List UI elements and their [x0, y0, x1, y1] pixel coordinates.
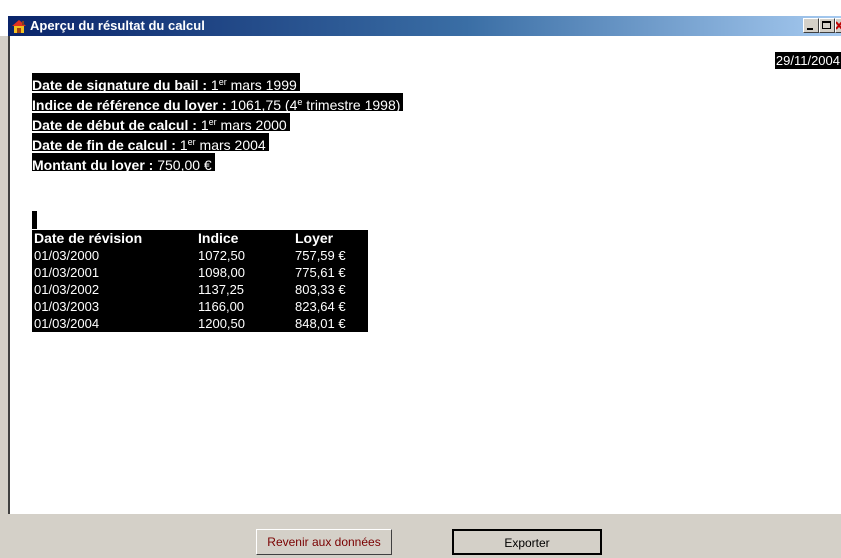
close-button[interactable] — [835, 18, 841, 33]
button-bar: Revenir aux données Exporter — [0, 514, 841, 558]
cell-index: 1200,50 — [198, 316, 245, 331]
table-row: 01/03/2000 1072,50 757,59 € — [32, 247, 368, 264]
cell-date: 01/03/2002 — [34, 282, 100, 297]
signature-date-line: Date de signature du bail : 1er mars 199… — [32, 73, 300, 93]
cell-date: 01/03/2000 — [34, 248, 100, 263]
table-row: 01/03/2001 1098,00 775,61 € — [32, 264, 368, 281]
table-row: 01/03/2004 1200,50 848,01 € — [32, 315, 368, 332]
window-title: Aperçu du résultat du calcul — [30, 18, 205, 33]
cell-rent: 775,61 € — [295, 265, 346, 280]
report-summary: Date de signature du bail : 1er mars 199… — [32, 73, 404, 173]
cell-rent: 848,01 € — [295, 316, 346, 331]
column-header-date: Date de révision — [34, 230, 143, 246]
table-row: 01/03/2003 1166,00 823,64 € — [32, 298, 368, 315]
separator-bar — [32, 211, 37, 229]
close-icon — [835, 21, 841, 30]
return-to-data-button[interactable]: Revenir aux données — [256, 529, 392, 555]
table-header-row: Date de révision Indice Loyer — [32, 230, 368, 247]
reference-index-line: Indice de référence du loyer : 1061,75 (… — [32, 93, 404, 113]
cell-rent: 803,33 € — [295, 282, 346, 297]
cell-index: 1072,50 — [198, 248, 245, 263]
app-icon — [12, 20, 26, 33]
minimize-icon — [807, 28, 813, 30]
start-date-line: Date de début de calcul : 1er mars 2000 — [32, 113, 290, 133]
column-header-index: Indice — [198, 230, 239, 246]
maximize-button[interactable] — [819, 18, 835, 33]
cell-index: 1166,00 — [198, 299, 245, 314]
cell-date: 01/03/2004 — [34, 316, 100, 331]
export-button[interactable]: Exporter — [452, 529, 602, 555]
end-date-line: Date de fin de calcul : 1er mars 2004 — [32, 133, 269, 153]
minimize-button[interactable] — [803, 18, 819, 33]
window-titlebar[interactable]: Aperçu du résultat du calcul — [0, 0, 841, 36]
revision-table: Date de révision Indice Loyer 01/03/2000… — [32, 230, 368, 332]
cell-index: 1098,00 — [198, 265, 245, 280]
cell-index: 1137,25 — [198, 282, 245, 297]
cell-date: 01/03/2001 — [34, 265, 100, 280]
report-preview[interactable]: 29/11/2004 Date de signature du bail : 1… — [8, 36, 841, 514]
rent-amount-line: Montant du loyer : 750,00 € — [32, 153, 215, 173]
report-date: 29/11/2004 — [774, 52, 841, 69]
column-header-rent: Loyer — [295, 230, 334, 246]
table-row: 01/03/2002 1137,25 803,33 € — [32, 281, 368, 298]
cell-rent: 823,64 € — [295, 299, 346, 314]
maximize-icon — [822, 21, 831, 29]
cell-date: 01/03/2003 — [34, 299, 100, 314]
cell-rent: 757,59 € — [295, 248, 346, 263]
